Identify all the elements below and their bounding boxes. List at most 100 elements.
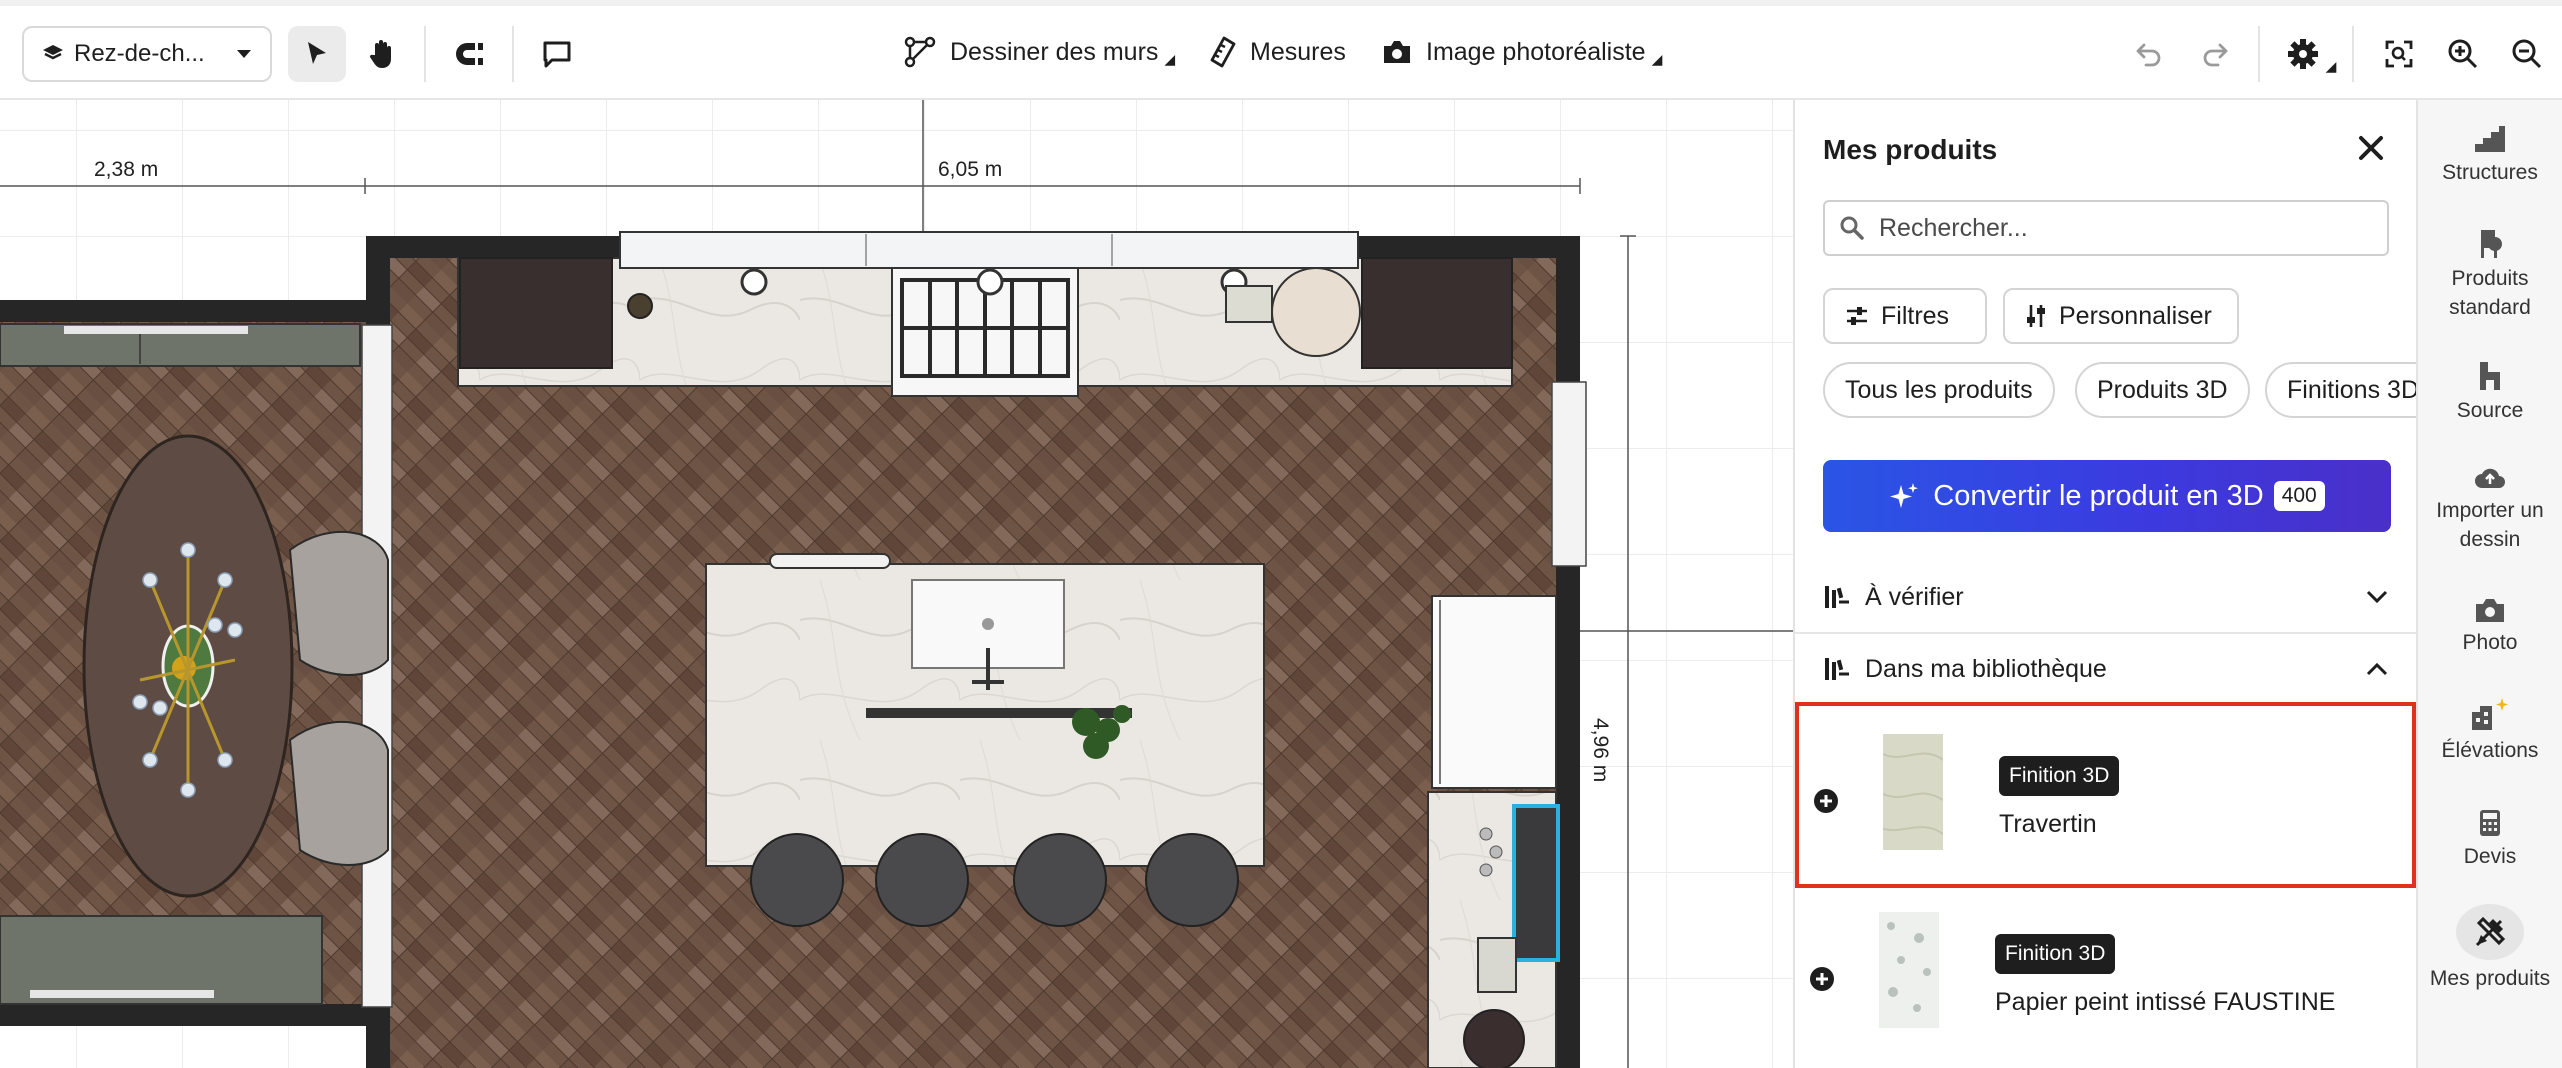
- panel-title: Mes produits: [1823, 134, 1998, 165]
- sidebar-item-label: Importer un dessin: [2436, 499, 2544, 551]
- convert-label: Convertir le produit en 3D: [1933, 479, 2264, 512]
- sidebar-item-label: Devis: [2463, 845, 2517, 868]
- cloud-upload-icon: [2475, 468, 2505, 488]
- fit-view-icon: [2385, 40, 2413, 68]
- undo-button[interactable]: [2124, 26, 2174, 82]
- level-select-label: Rez-de-ch...: [74, 40, 205, 67]
- fit-view-button[interactable]: [2374, 26, 2424, 82]
- sidebar-item-label: Structures: [2442, 161, 2538, 184]
- sidebar-item-label: Produits standard: [2449, 267, 2531, 319]
- filters-label: Filtres: [1881, 301, 1950, 330]
- section-library[interactable]: Dans ma bibliothèque: [1795, 634, 2416, 704]
- select-tool-button[interactable]: [288, 26, 346, 82]
- chair-icon: [2481, 230, 2502, 258]
- ruler-icon: [1210, 36, 1236, 68]
- right-wall-panel: [1551, 381, 1587, 567]
- convert-count-badge: 400: [2273, 481, 2325, 511]
- sidebar-item-structures[interactable]: Structures: [2418, 124, 2562, 187]
- elevation-icon: [2472, 698, 2508, 730]
- selected-tall-unit: [1512, 804, 1560, 962]
- sidebar-item-label: Source: [2456, 399, 2524, 422]
- dimension-label-left: 2,38 m: [94, 158, 159, 181]
- add-circle-icon[interactable]: [1809, 966, 1835, 992]
- redo-icon: [2203, 43, 2228, 67]
- pan-tool-button[interactable]: [352, 26, 410, 82]
- redo-button[interactable]: [2190, 26, 2240, 82]
- zoom-in-button[interactable]: [2438, 26, 2488, 82]
- camera-icon: [2476, 599, 2504, 622]
- sidebar-item-source[interactable]: Source: [2418, 360, 2562, 425]
- chevron-up-icon: [2366, 662, 2388, 676]
- top-strip: [0, 0, 2562, 6]
- top-toolbar: Rez-de-ch... Dessiner des murs ◢ Mesures…: [0, 0, 2562, 100]
- customize-button[interactable]: Personnaliser: [2003, 288, 2239, 344]
- chip-3d-products[interactable]: Produits 3D: [2075, 362, 2250, 418]
- stairs-icon: [2475, 126, 2505, 152]
- sidebar-item-label: Mes produits: [2429, 967, 2551, 990]
- magnet-icon: [456, 43, 483, 65]
- camera-icon: [1384, 41, 1410, 63]
- magnet-tool-button[interactable]: [440, 26, 498, 82]
- calculator-icon: [2480, 810, 2500, 836]
- sidebar-item-label: Photo: [2462, 631, 2518, 654]
- zoom-out-icon: [2512, 39, 2542, 69]
- sidebar-item-standard-products[interactable]: Produits standard: [2418, 228, 2562, 322]
- sidebar-item-quote[interactable]: Devis: [2418, 808, 2562, 871]
- range-hood: [619, 231, 1359, 269]
- photo-render-button[interactable]: Image photoréaliste ◢: [1382, 24, 1662, 80]
- filters-button[interactable]: Filtres: [1823, 288, 1987, 344]
- floor-plan-drawing[interactable]: [0, 100, 1793, 1068]
- filters-icon: [1847, 307, 1867, 325]
- sidebar-item-elevations[interactable]: Élévations: [2418, 696, 2562, 765]
- convert-to-3d-button[interactable]: Convertir le produit en 3D 400: [1823, 460, 2391, 532]
- level-select[interactable]: Rez-de-ch...: [22, 26, 272, 82]
- chip-all-products[interactable]: Tous les produits: [1823, 362, 2055, 418]
- product-badge: Finition 3D: [1995, 934, 2116, 974]
- dropdown-corner-icon: ◢: [1651, 50, 1663, 67]
- floor-plan-canvas[interactable]: 2,38 m 6,05 m 4,96 m: [0, 100, 1793, 1068]
- close-icon: [2359, 136, 2383, 160]
- source-icon: [2480, 362, 2500, 390]
- comment-tool-button[interactable]: [528, 26, 586, 82]
- customize-label: Personnaliser: [2059, 301, 2212, 330]
- product-card-travertin[interactable]: Finition 3D Travertin: [1795, 702, 2416, 888]
- undo-icon: [2136, 43, 2161, 67]
- chip-3d-finishes[interactable]: Finitions 3D: [2265, 362, 2416, 418]
- toolbar-divider: [512, 26, 514, 82]
- measures-button[interactable]: Mesures: [1210, 24, 1346, 80]
- toolbar-divider: [2258, 26, 2260, 82]
- add-circle-icon[interactable]: [1813, 788, 1839, 814]
- zoom-in-icon: [2448, 39, 2478, 69]
- product-card-faustine[interactable]: Finition 3D Papier peint intissé FAUSTIN…: [1795, 884, 2416, 1068]
- search-icon: [1840, 216, 1864, 240]
- search-field[interactable]: [1823, 200, 2389, 256]
- dimension-label-top: 6,05 m: [938, 158, 1003, 181]
- library-icon: [1825, 586, 1849, 608]
- settings-button[interactable]: ◢: [2276, 26, 2346, 82]
- sidebar-item-photo[interactable]: Photo: [2418, 596, 2562, 657]
- fridge: [1431, 595, 1557, 789]
- chevron-down-icon: [2366, 590, 2388, 604]
- comment-icon: [543, 41, 571, 68]
- tall-cabinet-right: [1361, 257, 1513, 369]
- section-to-check[interactable]: À vérifier: [1795, 562, 2416, 632]
- measures-label: Mesures: [1250, 37, 1346, 66]
- product-name: Travertin: [1999, 810, 2097, 838]
- sidebar-item-label: Élévations: [2441, 739, 2539, 762]
- sidebar-item-import-drawing[interactable]: Importer un dessin: [2418, 464, 2562, 554]
- zoom-out-button[interactable]: [2502, 26, 2552, 82]
- search-input[interactable]: [1877, 212, 2361, 244]
- close-panel-button[interactable]: [2351, 128, 2391, 168]
- product-thumbnail: [1883, 734, 1943, 850]
- sparkle-icon: [1890, 483, 1919, 508]
- dimension-label-right: 4,96 m: [1589, 718, 1612, 783]
- hand-icon: [369, 40, 391, 68]
- sidebar-item-my-products[interactable]: Mes produits: [2418, 904, 2562, 993]
- my-products-panel: Mes produits Filtres Personnaliser Tous …: [1793, 100, 2416, 1068]
- layers-icon: [43, 45, 63, 60]
- dropdown-corner-icon: ◢: [2325, 57, 2337, 74]
- draw-walls-button[interactable]: Dessiner des murs ◢: [904, 24, 1175, 80]
- dropdown-corner-icon: ◢: [1164, 50, 1176, 67]
- section-library-label: Dans ma bibliothèque: [1865, 654, 2107, 683]
- draw-walls-label: Dessiner des murs: [950, 37, 1159, 66]
